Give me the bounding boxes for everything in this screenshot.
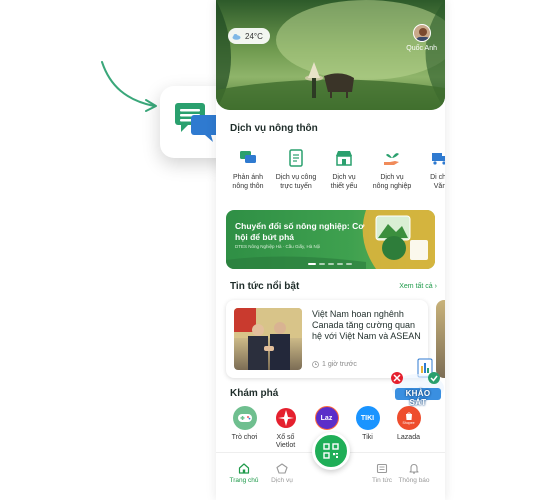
lazada-icon: Laz bbox=[320, 414, 333, 422]
news-headline: Việt Nam hoan nghênh Canada tăng cường q… bbox=[312, 309, 421, 341]
banner-subtitle: DTES Nông Nghiệp Hà · Cầu Giấy, Hà Nội bbox=[235, 244, 321, 249]
feedback-chat-icon bbox=[240, 151, 256, 163]
explore-tiki[interactable]: TIKI Tiki bbox=[347, 406, 388, 450]
avatar[interactable] bbox=[413, 24, 431, 42]
document-icon bbox=[289, 149, 303, 167]
shopee-icon: Shopee bbox=[402, 421, 415, 425]
chat-bubbles-icon bbox=[175, 103, 219, 142]
news-image bbox=[234, 308, 302, 370]
truck-icon bbox=[432, 153, 445, 165]
news-photo bbox=[234, 308, 302, 370]
explore-shopee[interactable]: Shopee Lazada bbox=[388, 406, 429, 450]
storefront-icon bbox=[336, 151, 352, 166]
screenshot-stage: 24°C Quốc Anh Dịch vụ nông thôn Phản ánh… bbox=[0, 0, 540, 500]
services-title: Dịch vụ nông thôn bbox=[230, 123, 318, 134]
explore-title: Khám phá bbox=[230, 388, 279, 399]
service-feedback[interactable]: Phản ánh nông thôn bbox=[224, 148, 272, 191]
rice-field-scene bbox=[216, 0, 445, 110]
explore-vietlott[interactable]: Xổ số Vietlot bbox=[265, 406, 306, 450]
app-screen: 24°C Quốc Anh Dịch vụ nông thôn Phản ánh… bbox=[216, 0, 445, 500]
survey-floating-button[interactable]: KHẢO SÁT bbox=[388, 358, 445, 407]
tiki-icon: TIKI bbox=[360, 414, 375, 422]
news-timestamp: 1 giờ trước bbox=[312, 361, 357, 368]
page-dot[interactable] bbox=[319, 263, 325, 265]
news-time-text: 1 giờ trước bbox=[322, 361, 357, 368]
news-header: Tin tức nổi bật Xem tất cả › bbox=[230, 281, 437, 292]
user-name: Quốc Anh bbox=[406, 45, 437, 52]
qr-scan-icon bbox=[323, 443, 339, 459]
view-all-label: Xem tất cả bbox=[399, 283, 433, 290]
temperature-text: 24°C bbox=[245, 31, 263, 41]
tab-news-label: Tin tức bbox=[371, 477, 392, 484]
tab-notifications[interactable]: Thông báo bbox=[394, 463, 434, 484]
service-public-online[interactable]: Dịch vụ công trực tuyến bbox=[272, 148, 320, 191]
clock-icon bbox=[312, 361, 319, 368]
newspaper-icon bbox=[376, 463, 388, 474]
banner-pagination bbox=[308, 263, 352, 265]
page-dot[interactable] bbox=[308, 263, 316, 265]
page-dot[interactable] bbox=[346, 263, 352, 265]
bell-icon bbox=[409, 463, 419, 474]
page-dot[interactable] bbox=[337, 263, 343, 265]
gamepad-icon bbox=[237, 414, 252, 422]
tab-services[interactable]: Dịch vụ bbox=[262, 463, 302, 484]
view-all-link[interactable]: Xem tất cả › bbox=[399, 283, 437, 290]
pentagon-icon bbox=[276, 463, 288, 474]
qr-scan-button[interactable] bbox=[312, 432, 350, 470]
service-agriculture[interactable]: Dịch vụ nông nghiệp bbox=[368, 148, 416, 191]
explore-games[interactable]: Trò chơi bbox=[224, 406, 265, 450]
banner-title: Chuyển đổi số nông nghiệp: Cơ hội để bứt… bbox=[235, 221, 365, 242]
pointer-arrow bbox=[101, 61, 157, 112]
news-title: Tin tức nổi bật bbox=[230, 281, 300, 292]
cloud-icon bbox=[232, 33, 241, 40]
services-row: Phản ánh nông thôn Dịch vụ công trực tuy… bbox=[224, 148, 445, 191]
weather-badge[interactable]: 24°C bbox=[228, 28, 270, 44]
tab-notifications-label: Thông báo bbox=[398, 477, 430, 484]
home-icon bbox=[238, 463, 250, 474]
promo-banner[interactable]: Chuyển đổi số nông nghiệp: Cơ hội để bứt… bbox=[226, 210, 435, 269]
service-essential[interactable]: Dịch vụ thiết yếu bbox=[320, 148, 368, 191]
vietlott-icon bbox=[275, 408, 296, 428]
chevron-right-icon: › bbox=[434, 283, 437, 290]
tab-home[interactable]: Trang chủ bbox=[224, 463, 264, 484]
service-transport[interactable]: Di chu Văn bbox=[416, 148, 445, 191]
page-dot[interactable] bbox=[328, 263, 334, 265]
plant-hand-icon bbox=[384, 153, 399, 165]
tab-home-label: Trang chủ bbox=[229, 477, 259, 484]
shopee-bag-icon bbox=[405, 412, 412, 420]
hero-banner: 24°C Quốc Anh bbox=[216, 0, 445, 110]
survey-label: KHẢO SÁT bbox=[405, 389, 431, 407]
tab-services-label: Dịch vụ bbox=[271, 477, 293, 484]
